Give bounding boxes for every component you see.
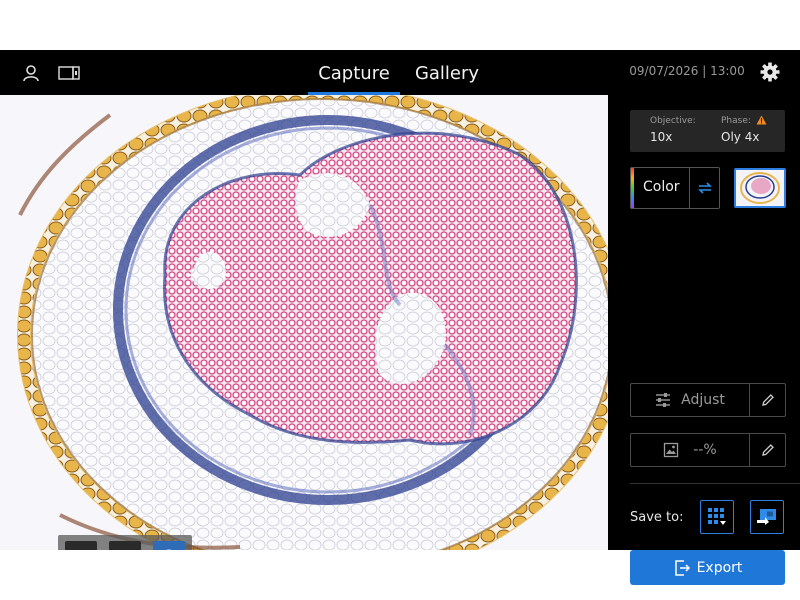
export-icon: [674, 559, 690, 576]
view-toolbar: [58, 535, 192, 550]
level-edit-button[interactable]: [749, 434, 786, 466]
tab-gallery[interactable]: Gallery: [406, 58, 488, 88]
user-icon: [23, 65, 39, 82]
live-view[interactable]: [0, 95, 608, 550]
image-settings-icon: [664, 442, 679, 458]
export-label: Export: [696, 559, 743, 576]
save-to-device-button[interactable]: [700, 500, 734, 534]
color-palette-button[interactable]: [153, 541, 185, 550]
palette-icon: [166, 549, 172, 550]
panel-divider: [630, 483, 800, 484]
objective-value: 10x: [650, 130, 673, 144]
color-mode-label: Color: [643, 179, 680, 195]
color-spectrum-strip: [631, 168, 634, 208]
level-button[interactable]: --%: [631, 434, 749, 466]
phase-label: Phase:: [721, 116, 751, 126]
adjust-button[interactable]: Adjust: [631, 384, 749, 416]
specimen-image: [0, 95, 608, 550]
top-bar: Capture Gallery 09/07/2026 | 13:00: [0, 50, 800, 95]
tab-capture[interactable]: Capture: [308, 58, 400, 88]
measure-icon: [117, 549, 133, 550]
save-to-label: Save to:: [630, 510, 684, 525]
settings-button[interactable]: [758, 60, 782, 84]
swap-color-button[interactable]: [689, 168, 720, 208]
phase-value: Oly 4x: [721, 130, 760, 144]
pencil-icon: [762, 444, 774, 456]
grid-overlay-button[interactable]: [65, 541, 97, 550]
device-storage-icon: [708, 508, 726, 525]
user-button[interactable]: [18, 60, 44, 86]
computer-transfer-icon: [757, 509, 776, 525]
gear-icon: [760, 62, 780, 82]
camera-button[interactable]: [56, 60, 82, 86]
level-value: --%: [693, 442, 717, 458]
measure-button[interactable]: [109, 541, 141, 550]
microscope-app: Capture Gallery 09/07/2026 | 13:00 Objec…: [0, 50, 800, 585]
objective-info: Objective: 10x Phase: Oly 4x: [630, 110, 785, 152]
save-to-computer-button[interactable]: [750, 500, 784, 534]
swap-icon: [698, 182, 712, 194]
grid-icon: [73, 549, 89, 550]
warning-icon: [756, 115, 767, 125]
preview-thumbnail[interactable]: [734, 168, 786, 208]
export-button[interactable]: Export: [630, 550, 785, 585]
datetime-display: 09/07/2026 | 13:00: [629, 64, 745, 78]
level-control: --%: [630, 433, 786, 467]
camera-icon: [58, 66, 80, 80]
control-panel: Objective: 10x Phase: Oly 4x Color Adjus…: [608, 95, 800, 585]
adjust-label: Adjust: [681, 392, 725, 408]
color-mode-selector[interactable]: Color: [630, 167, 720, 209]
adjust-edit-button[interactable]: [749, 384, 786, 416]
pencil-icon: [762, 394, 774, 406]
adjust-control: Adjust: [630, 383, 786, 417]
sliders-icon: [656, 393, 671, 407]
preview-image: [736, 170, 784, 206]
objective-label: Objective:: [650, 116, 696, 126]
